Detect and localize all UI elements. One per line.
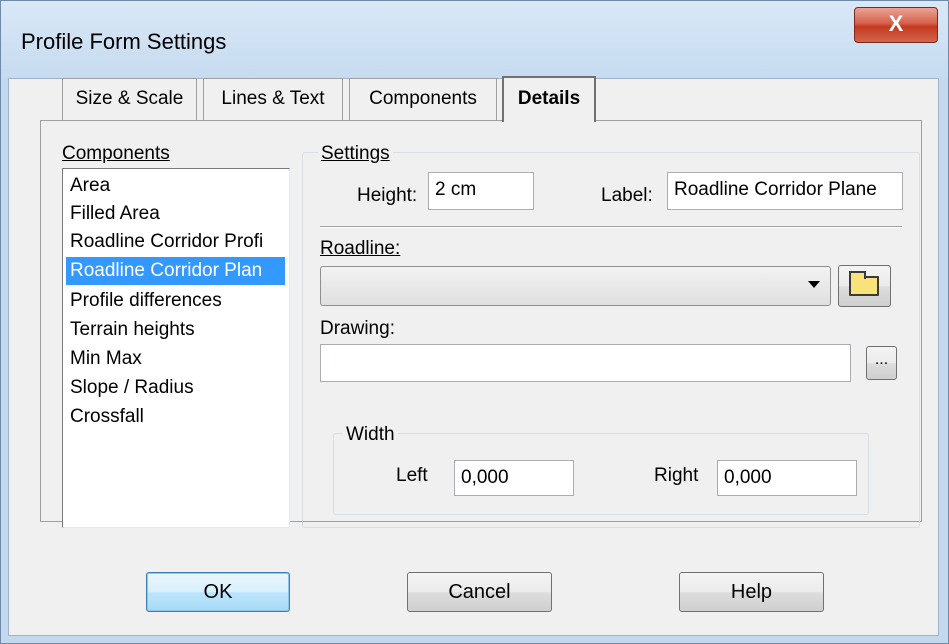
list-item[interactable]: Profile differences [66,287,285,315]
drawing-input[interactable] [320,344,851,382]
ok-button[interactable]: OK [146,572,290,612]
list-item[interactable]: Roadline Corridor Profi [66,228,285,256]
tab-lines-text[interactable]: Lines & Text [203,78,343,120]
left-width-input[interactable]: 0,000 [454,460,574,496]
list-item[interactable]: Filled Area [66,200,285,228]
chevron-down-icon [808,281,820,288]
label-label: Label: [601,185,653,206]
help-button[interactable]: Help [679,572,824,612]
tab-components[interactable]: Components [349,78,497,120]
left-label: Left [396,465,428,486]
components-heading: Components [62,143,170,164]
tab-details[interactable]: Details [502,76,596,122]
right-label: Right [654,465,699,486]
width-heading: Width [343,424,398,446]
window-title: Profile Form Settings [21,29,227,54]
list-item[interactable]: Slope / Radius [66,374,285,402]
roadline-label-text: Roadline: [320,238,401,259]
list-item-selected[interactable]: Roadline Corridor Plan [66,257,285,285]
tab-size-scale[interactable]: Size & Scale [62,78,197,120]
list-item[interactable]: Crossfall [66,403,285,431]
close-button[interactable]: X [854,7,938,43]
roadline-label: Roadline: [320,238,400,260]
list-item[interactable]: Terrain heights [66,316,285,344]
label-input[interactable]: Roadline Corridor Plane [667,172,903,210]
roadline-select[interactable] [320,266,831,306]
right-width-input[interactable]: 0,000 [717,460,857,496]
title-bar: Profile Form Settings X [1,1,948,79]
height-label: Height: [357,185,418,206]
close-icon: X [888,11,904,36]
browse-roadline-button[interactable] [838,265,891,307]
list-item[interactable]: Min Max [66,345,285,373]
folder-icon [849,271,879,296]
settings-heading: Settings [318,143,393,165]
browse-drawing-button[interactable]: ... [866,346,897,380]
components-list[interactable]: Area Filled Area Roadline Corridor Profi… [62,168,290,528]
drawing-label: Drawing: [320,318,395,339]
cancel-button[interactable]: Cancel [407,572,552,612]
list-item[interactable]: Area [66,172,285,200]
height-input[interactable]: 2 cm [428,172,534,210]
separator [320,226,902,228]
